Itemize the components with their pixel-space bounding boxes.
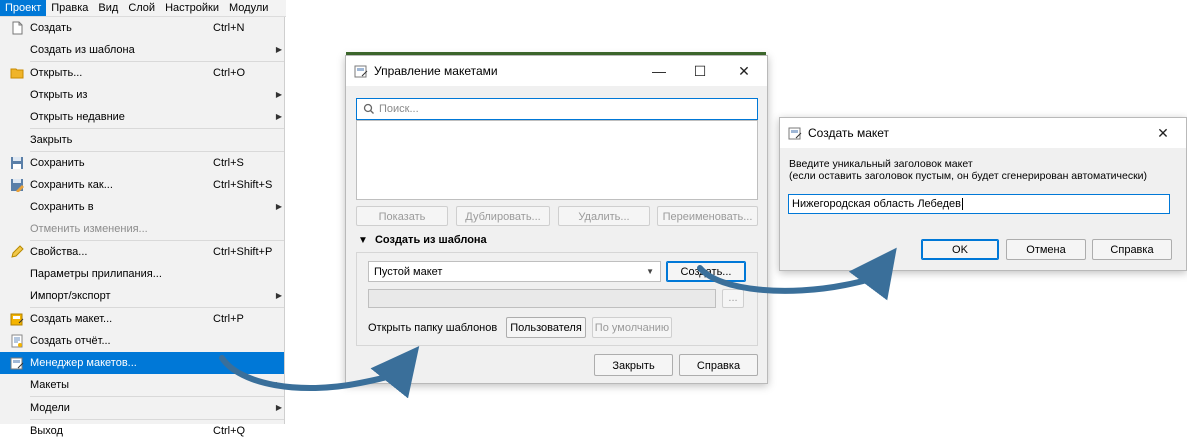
menu-item-label: Выход [30, 425, 63, 437]
annotation-arrows [219, 247, 897, 399]
arrow-create-to-dialog [697, 247, 897, 301]
arrow-menu-to-manager [219, 345, 420, 399]
